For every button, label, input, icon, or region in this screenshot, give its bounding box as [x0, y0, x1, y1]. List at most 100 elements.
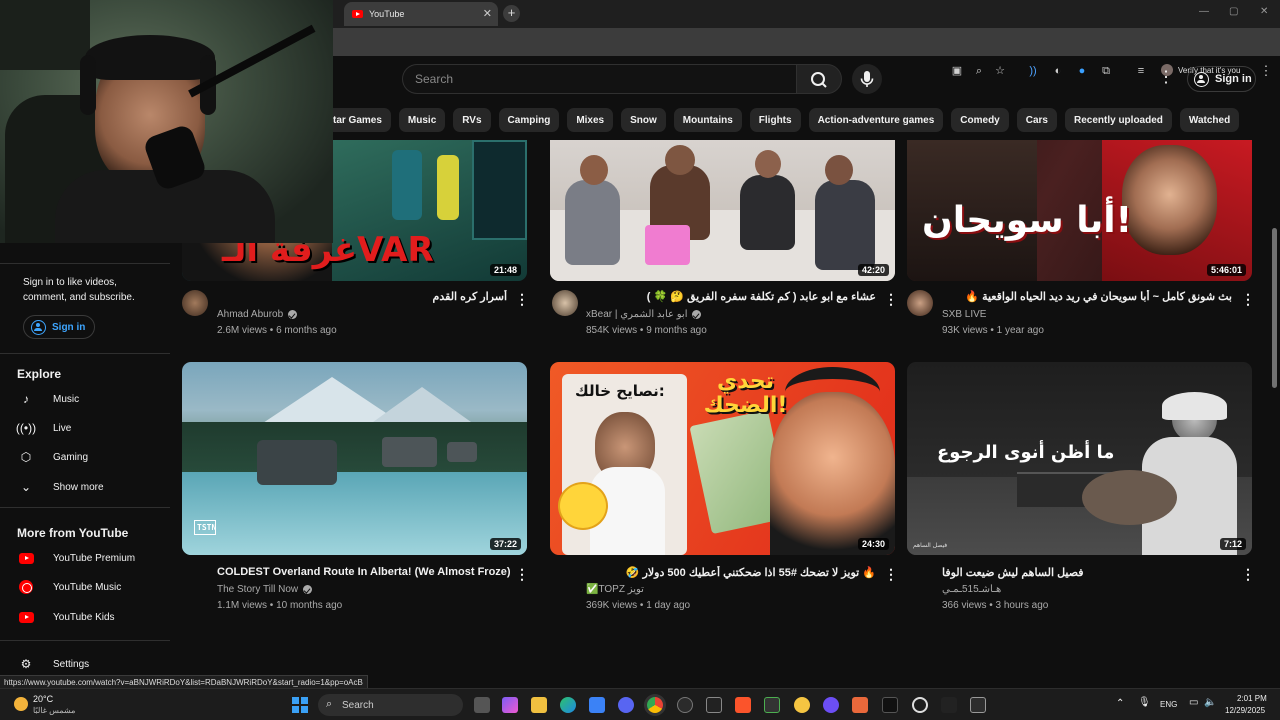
- video-thumbnail[interactable]: نصايح خالك: تحدي الضحك! 24:30: [550, 362, 895, 555]
- window-close-icon[interactable]: ✕: [1260, 6, 1268, 17]
- zoom-icon[interactable]: ⌕: [972, 64, 986, 78]
- sidebar-sign-in-button[interactable]: Sign in: [23, 315, 95, 339]
- sidebar-item-show-more[interactable]: ⌄ Show more: [18, 477, 168, 497]
- show-hidden-icons-chevron-icon[interactable]: ⌃: [1116, 698, 1124, 709]
- chip-watched[interactable]: Watched: [1179, 108, 1240, 132]
- extension-a-icon[interactable]: ◐: [1051, 64, 1065, 78]
- chip-snow[interactable]: Snow: [621, 108, 666, 132]
- taskbar-search-box[interactable]: ⌕ Search: [318, 694, 463, 716]
- video-thumbnail[interactable]: 42:20: [550, 140, 895, 281]
- chip-comedy[interactable]: Comedy: [951, 108, 1009, 132]
- sidebar-item-youtube-premium[interactable]: YouTube Premium: [18, 548, 168, 568]
- minimize-icon[interactable]: —: [1199, 6, 1209, 17]
- extension-b-icon[interactable]: ●: [1075, 64, 1089, 78]
- channel-name[interactable]: Ahmad Aburob: [217, 309, 298, 320]
- video-title[interactable]: عشاء مع ابو عابد ( كم تكلفة سفره الفريق …: [586, 290, 876, 303]
- sidebar-item-youtube-kids[interactable]: YouTube Kids: [18, 607, 168, 627]
- app-icon[interactable]: [794, 697, 810, 713]
- chip-mixes[interactable]: Mixes: [567, 108, 614, 132]
- video-menu-icon[interactable]: ⋮: [884, 291, 898, 307]
- sidebar-item-settings[interactable]: ⚙ Settings: [18, 654, 168, 674]
- app-icon[interactable]: [677, 697, 693, 713]
- channel-name[interactable]: هـاشـ515ـمـي: [942, 584, 1001, 595]
- tiktok-icon[interactable]: [882, 697, 898, 713]
- video-menu-icon[interactable]: ⋮: [515, 291, 529, 307]
- chrome-icon[interactable]: [647, 697, 663, 713]
- video-title[interactable]: أسرار كره القدم: [217, 290, 507, 303]
- video-meta: 366 views • 3 hours ago: [942, 600, 1049, 611]
- chip-cars[interactable]: Cars: [1016, 108, 1057, 132]
- sidebar-item-gaming[interactable]: ⬡ Gaming: [18, 447, 168, 467]
- video-menu-icon[interactable]: ⋮: [515, 566, 529, 582]
- app-icon[interactable]: [941, 697, 957, 713]
- app-icon[interactable]: [706, 697, 722, 713]
- video-menu-icon[interactable]: ⋮: [1241, 566, 1255, 582]
- chip-games[interactable]: tar Games: [333, 108, 391, 132]
- menu-list-icon[interactable]: ≡: [1134, 64, 1148, 78]
- channel-name[interactable]: SXB LIVE: [942, 309, 986, 320]
- app-icon[interactable]: [823, 697, 839, 713]
- chip-mountains[interactable]: Mountains: [673, 108, 742, 132]
- page-scrollbar[interactable]: [1272, 228, 1277, 388]
- video-thumbnail[interactable]: أبا سويحان! 5:46:01: [907, 140, 1252, 281]
- video-thumbnail[interactable]: ما أظن أنوى الرجوع فيصل الساهم 7:12: [907, 362, 1252, 555]
- clock-date[interactable]: 12/29/2025: [1225, 706, 1265, 715]
- discord-icon[interactable]: [618, 697, 634, 713]
- chip-action-adventure-games[interactable]: Action-adventure games: [808, 108, 944, 132]
- network-icon[interactable]: ▭: [1189, 697, 1198, 708]
- chip-rvs[interactable]: RVs: [453, 108, 491, 132]
- terminal-icon[interactable]: [764, 697, 780, 713]
- brave-icon[interactable]: [735, 697, 751, 713]
- windows-start-icon[interactable]: [292, 697, 308, 713]
- tab-close-icon[interactable]: ✕: [483, 7, 492, 20]
- app-icon[interactable]: [970, 697, 986, 713]
- video-title[interactable]: COLDEST Overland Route In Alberta! (We A…: [217, 566, 512, 578]
- browser-tab-youtube[interactable]: YouTube ✕: [344, 2, 498, 26]
- chip-camping[interactable]: Camping: [498, 108, 560, 132]
- video-title[interactable]: بث شونق كامل ~ أبا سويحان في ريد ديد الح…: [942, 290, 1232, 303]
- voice-search-button[interactable]: [852, 64, 882, 94]
- channel-name[interactable]: xBear | ابو عابد الشمري: [586, 309, 702, 320]
- sidebar-item-live[interactable]: ((•)) Live: [16, 418, 168, 438]
- browser-menu-icon[interactable]: ⋮: [1259, 64, 1273, 78]
- maximize-icon[interactable]: ▢: [1229, 6, 1238, 17]
- sidebar-item-youtube-music[interactable]: YouTube Music: [18, 577, 168, 597]
- language-indicator[interactable]: ENG: [1160, 700, 1177, 709]
- settings-menu-icon[interactable]: ⋮: [1158, 68, 1174, 88]
- channel-avatar[interactable]: [907, 290, 933, 316]
- audio-icon[interactable]: )): [1026, 64, 1040, 78]
- search-input[interactable]: Search: [402, 64, 796, 94]
- sidebar: Sign in to like videos, comment, and sub…: [0, 240, 170, 685]
- video-menu-icon[interactable]: ⋮: [1241, 291, 1255, 307]
- microphone-icon[interactable]: 🎙: [1138, 697, 1151, 708]
- copilot-icon[interactable]: [502, 697, 518, 713]
- video-title[interactable]: 🔥 تويز لا تضحك #55 اذا ضحكتني أعطيك 500 …: [586, 566, 876, 579]
- channel-name[interactable]: The Story Till Now: [217, 584, 313, 595]
- chip-flights[interactable]: Flights: [749, 108, 801, 132]
- file-explorer-icon[interactable]: [531, 697, 547, 713]
- puzzle-icon[interactable]: ⧉: [1099, 64, 1113, 78]
- channel-avatar[interactable]: [552, 290, 578, 316]
- sidebar-item-music[interactable]: ♪ Music: [18, 389, 168, 409]
- video-thumbnail[interactable]: TSTN 37:22: [182, 362, 527, 555]
- obs-icon[interactable]: [912, 697, 928, 713]
- screen-icon[interactable]: ▣: [950, 64, 964, 78]
- app-icon[interactable]: [852, 697, 868, 713]
- sign-in-button[interactable]: Sign in: [1187, 66, 1256, 92]
- sidebar-divider: [0, 353, 170, 354]
- edge-icon[interactable]: [560, 697, 576, 713]
- clock-time[interactable]: 2:01 PM: [1237, 694, 1267, 703]
- volume-icon[interactable]: 🔈: [1204, 697, 1216, 708]
- video-title[interactable]: فصيل الساهم ليش ضيعت الوفا: [942, 566, 1232, 579]
- channel-avatar[interactable]: [182, 290, 208, 316]
- store-icon[interactable]: [589, 697, 605, 713]
- chip-music[interactable]: Music: [398, 108, 446, 132]
- search-button[interactable]: [796, 64, 842, 94]
- new-tab-button[interactable]: +: [503, 5, 520, 22]
- task-view-icon[interactable]: [474, 697, 490, 713]
- video-menu-icon[interactable]: ⋮: [884, 566, 898, 582]
- channel-name[interactable]: ✅TOPZ تويز: [586, 584, 644, 595]
- thumbnail-badge-text: فيصل الساهم: [913, 542, 948, 549]
- star-icon[interactable]: ☆: [993, 64, 1007, 78]
- chip-recently-uploaded[interactable]: Recently uploaded: [1064, 108, 1172, 132]
